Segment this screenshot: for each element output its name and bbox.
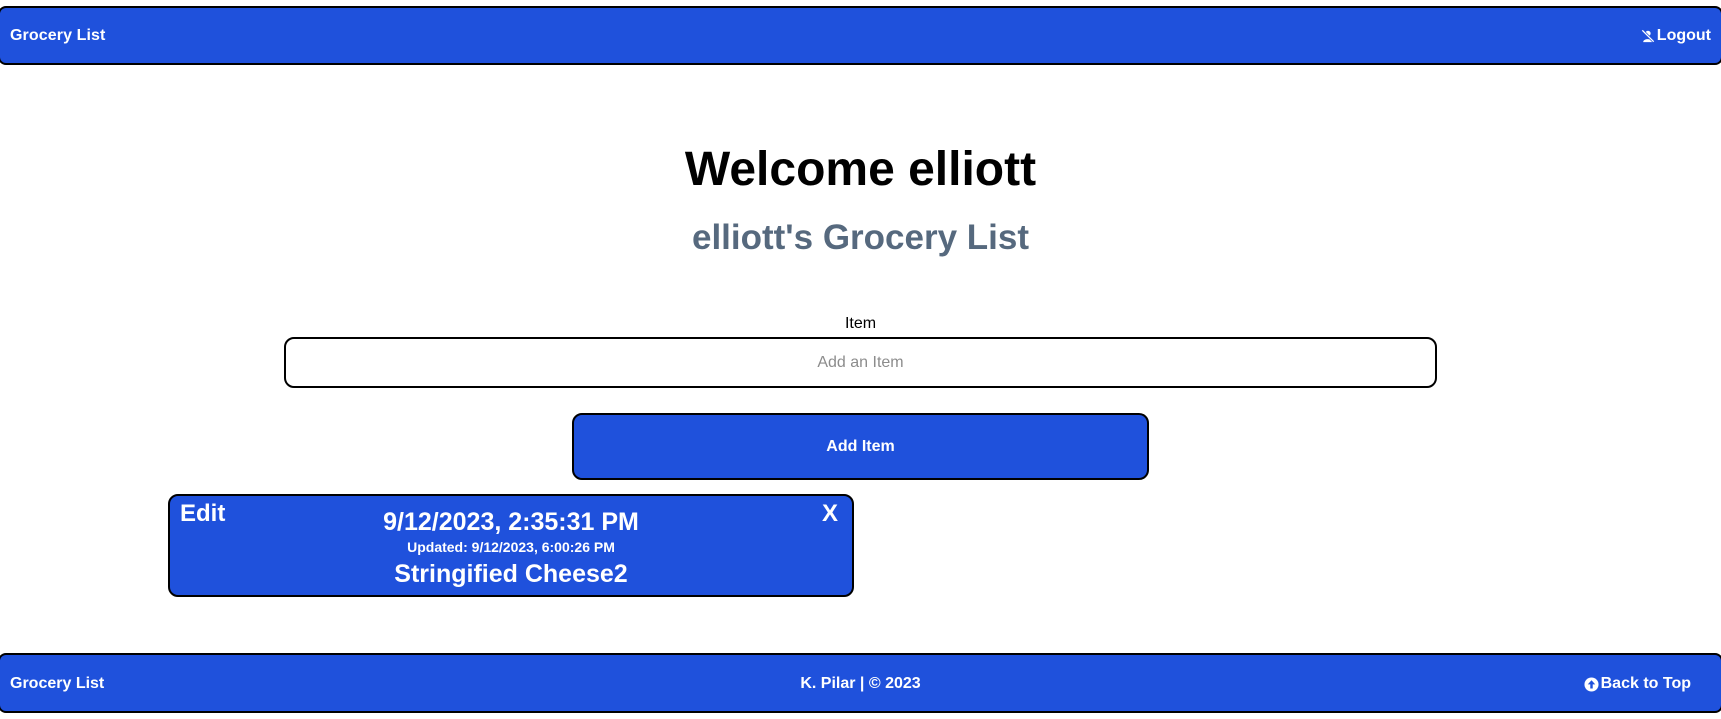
logout-label: Logout — [1656, 27, 1711, 44]
back-to-top-button[interactable]: Back to Top — [1584, 675, 1691, 693]
item-name: Stringified Cheese2 — [394, 560, 628, 588]
navbar-brand[interactable]: Grocery List — [10, 27, 105, 45]
user-slash-icon — [1641, 29, 1655, 43]
item-label: Item — [844, 315, 877, 332]
logout-button[interactable]: Logout — [1641, 27, 1711, 45]
delete-item-button[interactable]: X — [822, 500, 838, 528]
arrow-up-circle-icon — [1584, 676, 1599, 692]
list-title: elliott's Grocery List — [691, 218, 1030, 257]
grocery-item-card: 9/12/2023, 2:35:31 PM Updated: 9/12/2023… — [168, 494, 854, 597]
edit-item-button[interactable]: Edit — [180, 500, 225, 528]
welcome-heading: Welcome elliott — [684, 143, 1037, 196]
item-created-date: 9/12/2023, 2:35:31 PM — [383, 508, 639, 536]
add-item-button[interactable]: Add Item — [572, 413, 1149, 480]
top-navbar: Grocery List Logout — [0, 6, 1721, 65]
footer-credit: K. Pilar | © 2023 — [800, 675, 921, 692]
footer: Grocery List K. Pilar | © 2023 Back to T… — [0, 653, 1721, 713]
item-input[interactable] — [284, 337, 1437, 388]
item-updated-date: Updated: 9/12/2023, 6:00:26 PM — [407, 539, 615, 555]
back-to-top-label: Back to Top — [1600, 675, 1691, 692]
